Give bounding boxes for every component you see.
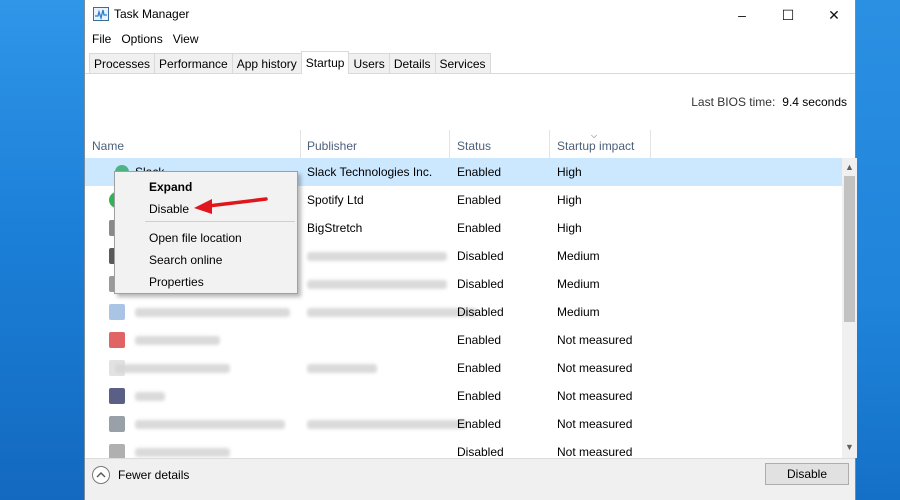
tab-strip: Processes Performance App history Startu…: [89, 51, 491, 74]
bios-time-label: Last BIOS time:: [691, 95, 776, 109]
context-menu: Expand Disable Open file location Search…: [114, 171, 298, 294]
tab-users[interactable]: Users: [348, 53, 390, 74]
bios-time: Last BIOS time: 9.4 seconds: [691, 95, 847, 109]
column-startup-impact[interactable]: Startup impact: [557, 139, 634, 153]
redacted-name: [135, 308, 290, 317]
table-row[interactable]: Enabled Not measured: [85, 354, 842, 382]
row-status: Enabled: [457, 417, 502, 431]
row-startup-impact: Medium: [557, 277, 600, 291]
row-publisher: Spotify Ltd: [307, 193, 364, 207]
row-startup-impact: High: [557, 221, 582, 235]
app-icon: [109, 304, 125, 320]
row-startup-impact: Medium: [557, 249, 600, 263]
column-status[interactable]: Status: [457, 139, 491, 153]
menu-file[interactable]: File: [92, 30, 119, 50]
redacted-publisher: [307, 420, 467, 429]
tab-details[interactable]: Details: [388, 53, 436, 74]
context-menu-disable[interactable]: Disable: [149, 202, 189, 216]
menu-bar: File Options View: [85, 30, 209, 50]
menu-options[interactable]: Options: [121, 30, 170, 50]
tab-processes[interactable]: Processes: [89, 53, 156, 74]
app-icon: [109, 416, 125, 432]
vertical-scrollbar[interactable]: ▲ ▼: [842, 158, 857, 458]
window-title: Task Manager: [114, 7, 190, 21]
redacted-publisher: [307, 252, 447, 261]
row-status: Disabled: [457, 249, 504, 263]
row-startup-impact: Not measured: [557, 333, 633, 347]
row-status: Enabled: [457, 361, 502, 375]
fewer-details-link[interactable]: Fewer details: [118, 468, 189, 482]
minimize-button[interactable]: –: [719, 0, 765, 30]
table-row[interactable]: Enabled Not measured: [85, 326, 842, 354]
column-publisher[interactable]: Publisher: [307, 139, 357, 153]
row-status: Disabled: [457, 305, 504, 319]
desktop-right: [856, 0, 900, 500]
tab-divider: [85, 73, 855, 74]
footer-bar: Fewer details Disable: [85, 458, 855, 500]
row-startup-impact: Not measured: [557, 417, 633, 431]
maximize-button[interactable]: ☐: [765, 0, 811, 30]
scroll-down-icon[interactable]: ▼: [842, 440, 857, 454]
context-menu-separator: [145, 221, 295, 222]
context-menu-search-online[interactable]: Search online: [149, 253, 222, 267]
column-name[interactable]: Name: [92, 139, 124, 153]
row-startup-impact: Not measured: [557, 389, 633, 403]
column-headers: Name Publisher Status ⌵ Startup impact: [85, 130, 855, 158]
tab-app-history[interactable]: App history: [231, 53, 302, 74]
column-divider[interactable]: [549, 130, 550, 158]
redacted-publisher: [307, 308, 477, 317]
row-status: Disabled: [457, 445, 504, 458]
tab-performance[interactable]: Performance: [154, 53, 233, 74]
context-menu-properties[interactable]: Properties: [149, 275, 204, 289]
context-menu-open-file-location[interactable]: Open file location: [149, 231, 242, 245]
app-icon: [109, 388, 125, 404]
row-status: Enabled: [457, 221, 502, 235]
chevron-up-icon[interactable]: [92, 466, 110, 484]
row-startup-impact: High: [557, 193, 582, 207]
red-arrow-icon: [194, 197, 268, 214]
column-divider[interactable]: [449, 130, 450, 158]
redacted-publisher: [307, 364, 377, 373]
row-status: Disabled: [457, 277, 504, 291]
bios-time-value: 9.4 seconds: [782, 95, 847, 109]
redacted-name: [115, 364, 230, 373]
column-divider[interactable]: [650, 130, 651, 158]
redacted-publisher: [307, 280, 447, 289]
app-icon: [109, 444, 125, 458]
row-status: Enabled: [457, 333, 502, 347]
table-row[interactable]: Enabled Not measured: [85, 410, 842, 438]
row-startup-impact: High: [557, 165, 582, 179]
menu-view[interactable]: View: [173, 30, 207, 50]
row-status: Enabled: [457, 165, 502, 179]
redacted-name: [135, 448, 230, 457]
tab-services[interactable]: Services: [434, 53, 491, 74]
row-status: Enabled: [457, 193, 502, 207]
context-menu-expand[interactable]: Expand: [149, 180, 192, 194]
row-publisher: Slack Technologies Inc.: [307, 165, 433, 179]
row-startup-impact: Not measured: [557, 361, 633, 375]
column-divider[interactable]: [300, 130, 301, 158]
close-button[interactable]: ✕: [811, 0, 857, 30]
task-manager-icon: [93, 7, 109, 21]
redacted-name: [135, 392, 165, 401]
redacted-name: [135, 420, 285, 429]
row-startup-impact: Medium: [557, 305, 600, 319]
table-row[interactable]: Enabled Not measured: [85, 382, 842, 410]
desktop-left: [0, 0, 84, 500]
app-icon: [109, 332, 125, 348]
row-publisher: BigStretch: [307, 221, 363, 235]
table-row[interactable]: Disabled Not measured: [85, 438, 842, 458]
redacted-name: [135, 336, 220, 345]
scroll-thumb[interactable]: [844, 176, 855, 322]
title-bar[interactable]: Task Manager – ☐ ✕: [85, 0, 855, 30]
table-row[interactable]: Disabled Medium: [85, 298, 842, 326]
disable-button[interactable]: Disable: [765, 463, 849, 485]
tab-startup[interactable]: Startup: [300, 51, 350, 74]
row-startup-impact: Not measured: [557, 445, 633, 458]
scroll-up-icon[interactable]: ▲: [842, 160, 857, 174]
row-status: Enabled: [457, 389, 502, 403]
